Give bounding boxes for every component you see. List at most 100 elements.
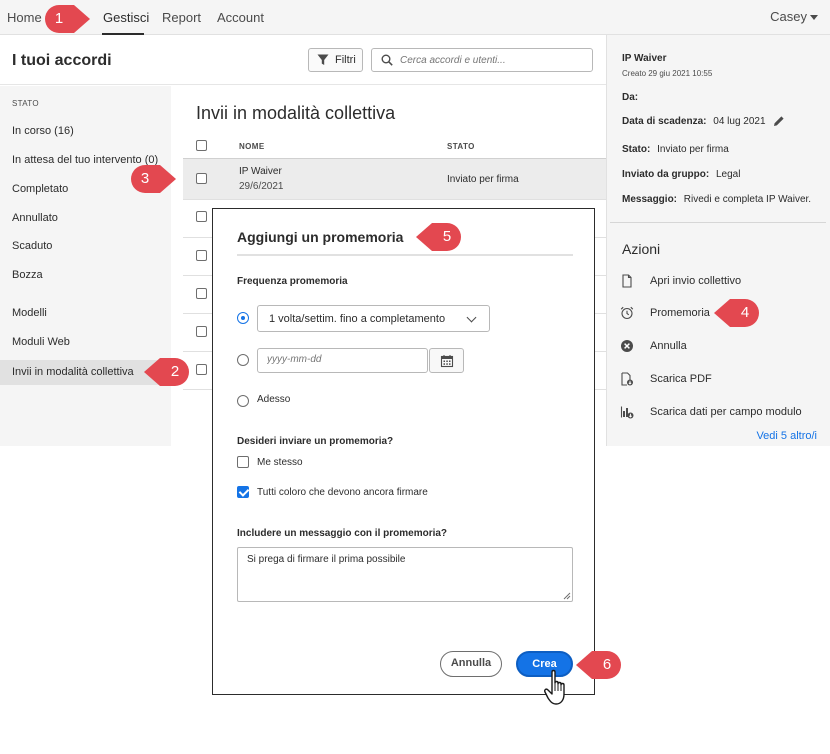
callout-number: 3 xyxy=(140,170,150,187)
cancel-button[interactable]: Annulla xyxy=(440,651,502,677)
actions-title: Azioni xyxy=(622,241,661,257)
see-more-link[interactable]: Vedi 5 altro/i xyxy=(756,430,817,442)
calendar-icon xyxy=(440,355,454,368)
table-row[interactable] xyxy=(183,159,606,199)
chevron-down-icon xyxy=(810,15,818,21)
message-question-label: Includere un messaggio con il promemoria… xyxy=(237,528,448,539)
chart-download-icon xyxy=(620,406,634,419)
callout-marker: 5 xyxy=(414,222,462,252)
checkbox-me[interactable] xyxy=(237,456,249,468)
sidebar-item-modelli[interactable]: Modelli xyxy=(12,307,47,319)
row-checkbox[interactable] xyxy=(196,364,207,375)
hand-cursor-icon xyxy=(544,669,565,705)
agreement-created: Creato 29 giu 2021 10:55 xyxy=(622,69,713,78)
status-value: Inviato per firma xyxy=(657,144,729,155)
user-menu[interactable]: Casey xyxy=(770,9,818,24)
row-checkbox[interactable] xyxy=(196,250,207,261)
list-title: Invii in modalità collettiva xyxy=(196,103,396,123)
row-checkbox[interactable] xyxy=(196,211,207,222)
tab-home[interactable]: Home xyxy=(7,10,42,25)
due-date-label: Data di scadenza: xyxy=(622,116,707,127)
row-checkbox[interactable] xyxy=(196,288,207,299)
search-field[interactable] xyxy=(371,48,593,72)
action-reminder[interactable]: Promemoria xyxy=(650,307,710,319)
frequency-radio-date[interactable] xyxy=(237,354,249,366)
sidebar xyxy=(0,86,171,446)
cancel-circle-icon xyxy=(621,340,633,352)
pdf-download-icon xyxy=(621,372,633,386)
tab-gestisci[interactable]: Gestisci xyxy=(103,10,149,25)
action-download-form-data[interactable]: Scarica dati per campo modulo xyxy=(650,406,802,418)
status-label: Stato: xyxy=(622,144,651,155)
sidebar-item-bozza[interactable]: Bozza xyxy=(12,269,43,281)
frequency-select[interactable]: 1 volta/settim. fino a completamento xyxy=(257,305,490,332)
reminder-message-input[interactable]: Si prega di firmare il prima possibile xyxy=(237,547,573,602)
page-title: I tuoi accordi xyxy=(12,52,112,69)
message-label: Messaggio: xyxy=(622,194,678,205)
chevron-down-icon xyxy=(466,312,477,323)
row-status: Inviato per firma xyxy=(447,174,519,185)
search-input[interactable] xyxy=(400,52,585,68)
callout-marker: 1 xyxy=(44,4,92,34)
message-value: Rivedi e completa IP Waiver. xyxy=(683,194,812,205)
action-cancel[interactable]: Annulla xyxy=(650,340,687,352)
resize-grip-icon[interactable] xyxy=(562,591,571,600)
row-name: IP Waiver xyxy=(239,166,282,177)
frequency-radio-now[interactable] xyxy=(237,395,249,407)
callout-number: 1 xyxy=(54,10,64,27)
group-label: Inviato da gruppo: xyxy=(622,169,710,180)
alarm-clock-icon xyxy=(620,306,634,320)
column-header-nome[interactable]: NOME xyxy=(239,142,265,151)
group-row: Inviato da gruppo: Legal xyxy=(622,169,740,180)
tab-account[interactable]: Account xyxy=(217,10,264,25)
due-date-value: 04 lug 2021 xyxy=(713,116,766,127)
sidebar-item-invii-collettivi[interactable]: Invii in modalità collettiva xyxy=(12,366,134,378)
frequency-label: Frequenza promemoria xyxy=(237,276,348,287)
sidebar-section-label: STATO xyxy=(12,99,39,108)
checkbox-all-signers[interactable] xyxy=(237,486,249,498)
agreement-name: IP Waiver xyxy=(622,53,667,64)
sidebar-item-moduli-web[interactable]: Moduli Web xyxy=(12,336,70,348)
status-row: Stato: Inviato per firma xyxy=(622,144,729,155)
row-date: 29/6/2021 xyxy=(239,181,284,192)
select-all-checkbox[interactable] xyxy=(196,140,207,151)
calendar-button[interactable] xyxy=(429,348,464,373)
filter-button[interactable]: Filtri xyxy=(308,48,363,72)
column-header-stato[interactable]: STATO xyxy=(447,142,475,151)
sidebar-item-scaduto[interactable]: Scaduto xyxy=(12,240,52,252)
action-open-bulk-send[interactable]: Apri invio collettivo xyxy=(650,275,741,287)
callout-marker: 3 xyxy=(130,164,178,194)
callout-number: 4 xyxy=(740,304,750,321)
pencil-icon[interactable] xyxy=(773,115,785,127)
user-name: Casey xyxy=(770,9,807,24)
callout-number: 5 xyxy=(442,228,452,245)
funnel-icon xyxy=(317,54,329,65)
dialog-title: Aggiungi un promemoria xyxy=(237,229,404,245)
checkbox-me-label: Me stesso xyxy=(257,457,303,468)
now-label: Adesso xyxy=(257,394,291,405)
sidebar-item-completato[interactable]: Completato xyxy=(12,183,68,195)
callout-marker: 6 xyxy=(574,650,622,680)
panel-divider xyxy=(610,222,826,223)
sidebar-item-in-corso[interactable]: In corso (16) xyxy=(12,125,74,137)
group-value: Legal xyxy=(716,169,741,180)
document-icon xyxy=(622,274,632,288)
from-label: Da: xyxy=(622,92,639,103)
tab-report[interactable]: Report xyxy=(162,10,201,25)
row-divider xyxy=(183,199,606,200)
row-checkbox[interactable] xyxy=(196,326,207,337)
action-download-pdf[interactable]: Scarica PDF xyxy=(650,373,712,385)
checkbox-all-signers-label: Tutti coloro che devono ancora firmare xyxy=(257,487,428,498)
top-nav: Home Gestisci Report Account Casey xyxy=(0,0,830,35)
callout-marker: 4 xyxy=(712,298,760,328)
dialog-title-rule xyxy=(237,254,573,256)
date-field[interactable] xyxy=(257,348,428,373)
sidebar-item-annullato[interactable]: Annullato xyxy=(12,212,58,224)
date-input[interactable] xyxy=(267,354,417,365)
message-row: Messaggio: Rivedi e completa IP Waiver. xyxy=(622,194,811,205)
search-icon xyxy=(381,54,393,66)
row-checkbox[interactable] xyxy=(196,173,207,184)
due-date-row: Data di scadenza: 04 lug 2021 xyxy=(622,116,766,127)
callout-number: 6 xyxy=(602,656,612,673)
frequency-radio-weekly[interactable] xyxy=(237,312,249,324)
